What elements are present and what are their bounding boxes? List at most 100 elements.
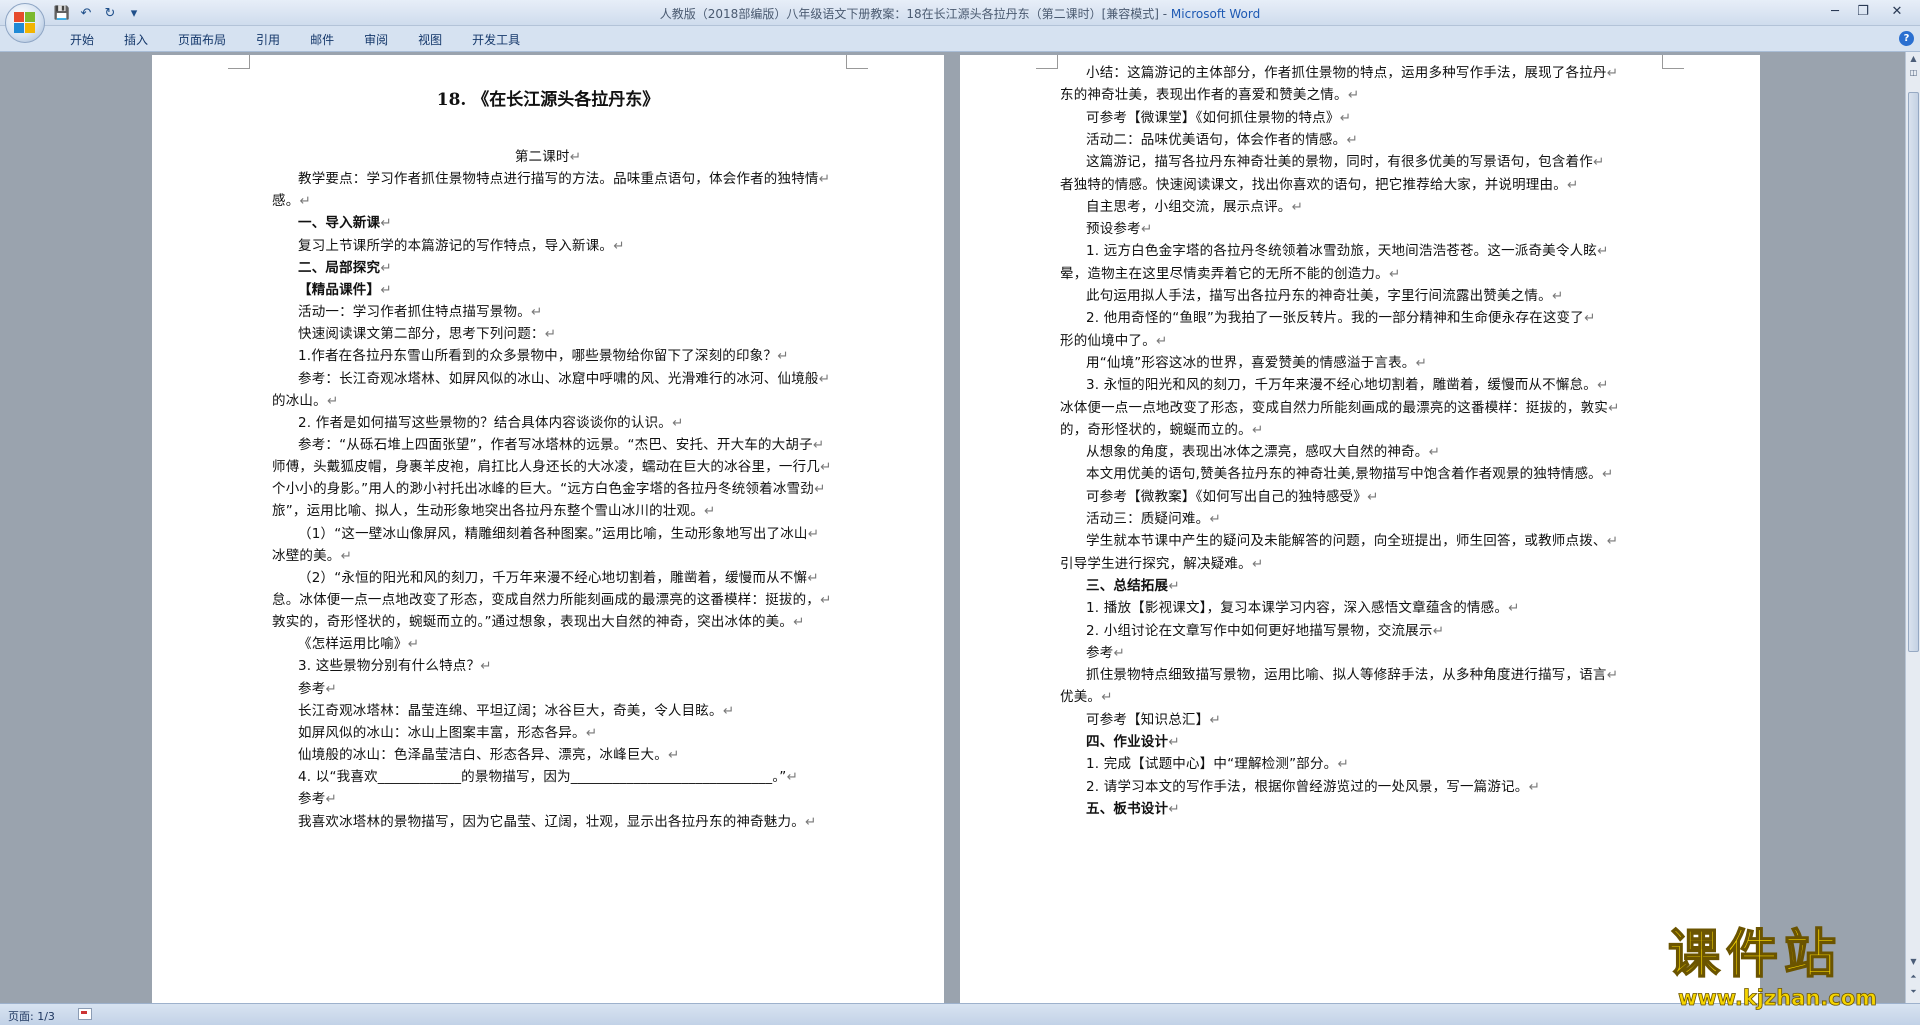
paragraph-mark-icon: ↵	[1606, 667, 1619, 684]
paragraph-mark-icon: ↵	[480, 658, 492, 675]
document-line: 五、板书设计↵	[1086, 800, 1180, 817]
document-line: 3. 永恒的阳光和风的刻刀，千万年来漫不经心地切割着，雕凿着，缓慢而从不懈怠。↵	[1086, 377, 1609, 394]
paragraph-mark-icon: ↵	[530, 304, 543, 321]
maximize-icon[interactable]: ❐	[1850, 2, 1876, 20]
document-window-title: 人教版（2018部编版）八年级语文下册教案：18在长江源头各拉丹东（第二课时）[…	[659, 7, 1171, 21]
paragraph-mark-icon: ↵	[1606, 65, 1619, 81]
watermark-text: 课件站	[1667, 925, 1843, 985]
proofing-icon[interactable]	[78, 1008, 92, 1020]
paragraph-mark-icon: ↵	[1168, 800, 1180, 817]
document-line: 活动三：质疑问难。↵	[1086, 511, 1221, 527]
paragraph-mark-icon: ↵	[1551, 288, 1564, 304]
document-line: 一、导入新课↵	[298, 215, 392, 232]
paragraph-mark-icon: ↵	[1155, 332, 1168, 349]
document-line: 参考↵	[298, 680, 337, 697]
document-line: 形的仙境中了。↵	[1060, 332, 1168, 349]
paragraph-mark-icon: ↵	[1168, 577, 1180, 594]
document-line: 活动一：学习作者抓住特点描写景物。↵	[298, 304, 543, 321]
document-page-left[interactable]: 18. 《在长江源头各拉丹东》 第二课时↵ 教学要点：学习作者抓住景物特点进行描写…	[152, 55, 944, 1003]
paragraph-mark-icon: ↵	[804, 813, 817, 830]
paragraph-mark-icon: ↵	[1415, 354, 1428, 371]
document-line: 引导学生进行探究，解决疑难。↵	[1060, 555, 1264, 572]
document-line: 可参考【微课堂】《如何抓住景物的特点》↵	[1086, 109, 1352, 126]
paragraph-mark-icon: ↵	[1596, 243, 1609, 260]
tab-page-layout[interactable]: 页面布局	[166, 30, 238, 49]
document-page-right[interactable]: 小结：这篇游记的主体部分，作者抓住景物的特点，运用多种写作手法，展现了各拉丹↵ 东…	[960, 55, 1760, 1003]
tab-references[interactable]: 引用	[244, 30, 292, 49]
app-name: Microsoft Word	[1170, 7, 1261, 21]
document-line: 复习上节课所学的本篇游记的写作特点，导入新课。↵	[298, 237, 625, 254]
paragraph-mark-icon: ↵	[569, 149, 582, 165]
title-bar: 💾 ↶ ↻ ▾ 人教版（2018部编版）八年级语文下册教案：18在长江源头各拉丹…	[0, 0, 1920, 26]
document-line: 学生就本节课中产生的疑问及未能解答的问题，向全班提出，师生回答，或教师点拨、↵	[1086, 533, 1619, 550]
paragraph-mark-icon: ↵	[1251, 555, 1264, 572]
paragraph-mark-icon: ↵	[777, 348, 789, 365]
document-line: 冰体便一点一点地改变了形态，变成自然力所能刻画成的最漂亮的这番模样：挺拔的，敦实…	[1060, 399, 1620, 416]
paragraph-mark-icon: ↵	[1337, 756, 1349, 773]
office-button[interactable]	[5, 3, 45, 43]
document-line: 3. 这些景物分别有什么特点？↵	[298, 658, 492, 675]
document-line: 1. 播放【影视课文】，复习本课学习内容，深入感悟文章蕴含的情感。↵	[1086, 600, 1520, 617]
document-title: 18. 《在长江源头各拉丹东》	[436, 90, 660, 110]
paragraph-mark-icon: ↵	[1528, 778, 1540, 795]
tab-developer[interactable]: 开发工具	[460, 30, 532, 49]
document-line: 【精品课件】↵	[298, 281, 392, 298]
tab-view[interactable]: 视图	[406, 30, 454, 49]
tab-mailings[interactable]: 邮件	[298, 30, 346, 49]
document-line: 用“仙境”形容这冰的世界，喜爱赞美的情感溢于言表。↵	[1086, 354, 1428, 371]
ruler-toggle-icon[interactable]: ◫	[1908, 68, 1919, 80]
document-line: 冰壁的美。↵	[272, 547, 353, 564]
document-line: 自主思考，小组交流，展示点评。↵	[1086, 198, 1304, 215]
paragraph-mark-icon: ↵	[1592, 154, 1605, 171]
scroll-up-icon[interactable]: ▲	[1908, 54, 1919, 66]
vertical-scrollbar[interactable]: ▲ ◫ ▼ ⏶ ⏷	[1905, 52, 1920, 1003]
status-bar: 页面: 1/3	[0, 1003, 1920, 1025]
tab-review[interactable]: 审阅	[352, 30, 400, 49]
tab-insert[interactable]: 插入	[112, 30, 160, 49]
document-line: （2）“永恒的阳光和风的刻刀，千万年来漫不经心地切割着，雕凿着，缓慢而从不懈↵	[298, 569, 819, 586]
page-indicator[interactable]: 页面: 1/3	[8, 1008, 55, 1024]
document-line: 参考↵	[1086, 644, 1125, 661]
paragraph-mark-icon: ↵	[407, 636, 420, 653]
paragraph-mark-icon: ↵	[813, 481, 826, 498]
paragraph-mark-icon: ↵	[1168, 734, 1180, 750]
paragraph-mark-icon: ↵	[1428, 444, 1441, 461]
document-line: 快速阅读课文第二部分，思考下列问题：↵	[298, 326, 557, 343]
paragraph-mark-icon: ↵	[820, 459, 832, 476]
document-line: 二、局部探究↵	[298, 259, 392, 276]
document-line: 2. 小组讨论在文章写作中如何更好地描写景物，交流展示↵	[1086, 622, 1445, 639]
document-line: 第二课时↵	[514, 149, 582, 165]
document-line: 抓住景物特点细致描写景物，运用比喻、拟人等修辞手法，从多种角度进行描写，语言↵	[1086, 667, 1619, 684]
document-line: 师傅，头戴狐皮帽，身裹羊皮袍，肩扛比人身还长的大冰凌，蠕动在巨大的冰谷里，一行几…	[272, 459, 832, 476]
paragraph-mark-icon: ↵	[1508, 600, 1520, 617]
paragraph-mark-icon: ↵	[812, 436, 825, 453]
paragraph-mark-icon: ↵	[1601, 466, 1614, 483]
minimize-icon[interactable]: ─	[1822, 2, 1848, 20]
document-line: 仙境般的冰山：色泽晶莹洁白、形态各异、漂亮，冰峰巨大。↵	[298, 747, 680, 764]
document-line: 小结：这篇游记的主体部分，作者抓住景物的特点，运用多种写作手法，展现了各拉丹↵	[1086, 65, 1619, 81]
document-workspace: 18. 《在长江源头各拉丹东》 第二课时↵ 教学要点：学习作者抓住景物特点进行描写…	[0, 52, 1905, 1003]
office-logo-icon	[14, 12, 36, 34]
help-icon[interactable]: ?	[1899, 31, 1914, 46]
document-line: 1. 完成【试题中心】中“理解检测”部分。↵	[1086, 756, 1349, 773]
close-icon[interactable]: ✕	[1878, 2, 1916, 20]
paragraph-mark-icon: ↵	[807, 569, 819, 586]
margin-mark	[846, 55, 868, 69]
document-line: 敦实的，奇形怪状的，蜿蜒而立的。”通过想象，表现出大自然的神奇，突出冰体的美。↵	[272, 614, 805, 631]
document-line: 参考：长江奇观冰塔林、如屏风似的冰山、冰窟中呼啸的风、光滑难行的冰河、仙境般↵	[298, 370, 831, 387]
scrollbar-thumb[interactable]	[1908, 92, 1919, 652]
document-line: 本文用优美的语句,赞美各拉丹东的神奇壮美,景物描写中饱含着作者观景的独特情感。↵	[1086, 466, 1614, 483]
paragraph-mark-icon: ↵	[1113, 644, 1125, 661]
document-line: 4. 以“我喜欢____________的景物描写，因为____________…	[298, 769, 798, 786]
document-line: 从想象的角度，表现出冰体之漂亮，感叹大自然的神奇。↵	[1086, 444, 1441, 461]
document-line: 1.作者在各拉丹东雪山所看到的众多景物中，哪些景物给你留下了深刻的印象？↵	[298, 348, 789, 365]
paragraph-mark-icon: ↵	[380, 215, 392, 232]
paragraph-mark-icon: ↵	[380, 259, 392, 276]
paragraph-mark-icon: ↵	[820, 592, 832, 608]
document-line: 参考↵	[298, 791, 337, 808]
document-line: 1. 远方白色金字塔的各拉丹冬统领着冰雪劲旅，天地间浩浩苍苍。这一派奇美令人眩↵	[1086, 243, 1609, 260]
paragraph-mark-icon: ↵	[807, 525, 820, 542]
document-line: 晕，造物主在这里尽情卖弄着它的无所不能的创造力。↵	[1060, 265, 1401, 282]
tab-home[interactable]: 开始	[58, 30, 106, 49]
paragraph-mark-icon: ↵	[544, 326, 557, 343]
